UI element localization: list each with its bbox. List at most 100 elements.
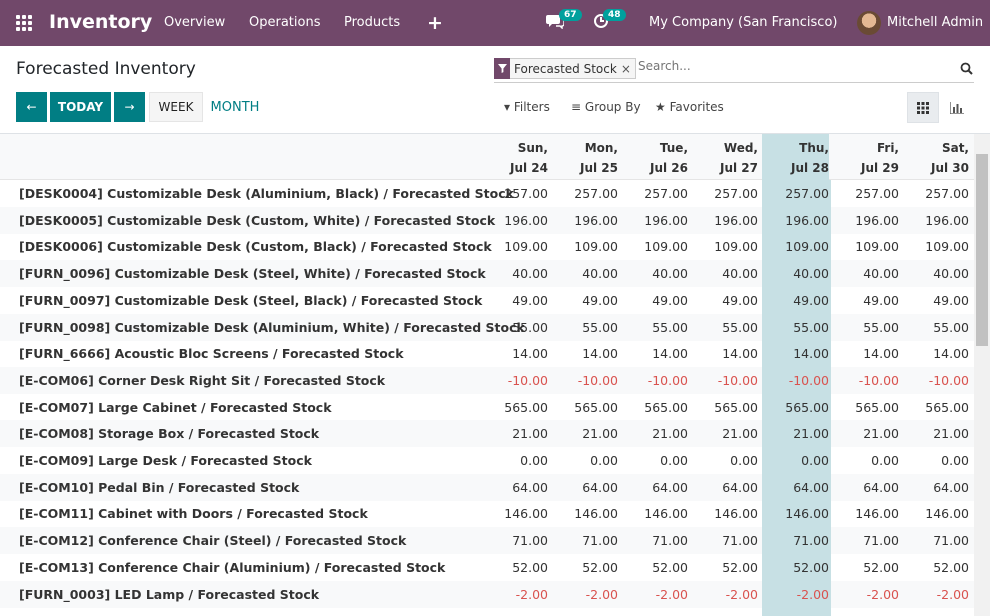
cell-value[interactable]: 64.00 (759, 480, 829, 495)
cell-value[interactable]: 257.00 (618, 186, 688, 201)
cell-value[interactable]: 257.00 (478, 186, 548, 201)
cell-value[interactable]: 52.00 (829, 560, 899, 575)
cell-value[interactable]: 14.00 (548, 346, 618, 361)
cell-value[interactable]: 64.00 (688, 480, 758, 495)
cell-value[interactable]: 14.00 (478, 346, 548, 361)
table-row[interactable]: [E-COM11] Cabinet with Doors / Forecaste… (0, 500, 974, 527)
cell-value[interactable]: 565.00 (548, 400, 618, 415)
cell-value[interactable]: -2.00 (688, 587, 758, 602)
cell-value[interactable]: 257.00 (759, 186, 829, 201)
cell-value[interactable]: 71.00 (759, 533, 829, 548)
cell-value[interactable]: 64.00 (478, 480, 548, 495)
cell-value[interactable]: 565.00 (688, 400, 758, 415)
cell-value[interactable]: 55.00 (478, 320, 548, 335)
cell-value[interactable]: 196.00 (618, 213, 688, 228)
cell-value[interactable]: 52.00 (618, 560, 688, 575)
cell-value[interactable]: 21.00 (548, 426, 618, 441)
cell-value[interactable]: 40.00 (899, 266, 969, 281)
cell-value[interactable]: 49.00 (688, 293, 758, 308)
cell-value[interactable]: 21.00 (759, 426, 829, 441)
cell-value[interactable]: 21.00 (899, 426, 969, 441)
table-row[interactable]: [E-COM13] Conference Chair (Aluminium) /… (0, 554, 974, 581)
cell-value[interactable]: 21.00 (688, 426, 758, 441)
grid-view-button[interactable] (907, 92, 939, 123)
cell-value[interactable]: 64.00 (618, 480, 688, 495)
cell-value[interactable]: 52.00 (688, 560, 758, 575)
menu-products[interactable]: Products (344, 15, 400, 30)
cell-value[interactable]: 565.00 (478, 400, 548, 415)
cell-value[interactable]: 21.00 (829, 426, 899, 441)
cell-value[interactable]: 0.00 (829, 453, 899, 468)
cell-value[interactable]: 40.00 (618, 266, 688, 281)
search-input[interactable] (638, 59, 938, 73)
cell-value[interactable]: -2.00 (829, 587, 899, 602)
cell-value[interactable]: 146.00 (688, 506, 758, 521)
cell-value[interactable]: 40.00 (688, 266, 758, 281)
cell-value[interactable]: 49.00 (618, 293, 688, 308)
cell-value[interactable]: 64.00 (548, 480, 618, 495)
table-row[interactable]: [E-COM10] Pedal Bin / Forecasted Stock 64… (0, 473, 974, 501)
cell-value[interactable]: 0.00 (759, 453, 829, 468)
cell-value[interactable]: 0.00 (618, 453, 688, 468)
cell-value[interactable]: 55.00 (829, 320, 899, 335)
cell-value[interactable]: 55.00 (548, 320, 618, 335)
cell-value[interactable]: 52.00 (478, 560, 548, 575)
cell-value[interactable]: 52.00 (548, 560, 618, 575)
cell-value[interactable]: 64.00 (829, 480, 899, 495)
messages-icon[interactable]: 67 (546, 9, 582, 33)
table-row[interactable]: [FURN_0003] LED Lamp / Forecasted Stock -… (0, 580, 974, 608)
search-icon[interactable] (960, 60, 974, 75)
cell-value[interactable]: 196.00 (478, 213, 548, 228)
cell-value[interactable]: -2.00 (618, 587, 688, 602)
cell-value[interactable]: 196.00 (688, 213, 758, 228)
cell-value[interactable]: 55.00 (618, 320, 688, 335)
cell-value[interactable]: 565.00 (829, 400, 899, 415)
graph-view-button[interactable] (941, 92, 973, 123)
cell-value[interactable]: 109.00 (548, 239, 618, 254)
cell-value[interactable]: -10.00 (829, 373, 899, 388)
cell-value[interactable]: 109.00 (618, 239, 688, 254)
cell-value[interactable]: 146.00 (618, 506, 688, 521)
cell-value[interactable]: 49.00 (759, 293, 829, 308)
cell-value[interactable]: 146.00 (829, 506, 899, 521)
cell-value[interactable]: 55.00 (899, 320, 969, 335)
cell-value[interactable]: 55.00 (759, 320, 829, 335)
cell-value[interactable]: 49.00 (548, 293, 618, 308)
cell-value[interactable]: -2.00 (899, 587, 969, 602)
table-row[interactable]: [E-COM12] Conference Chair (Steel) / For… (0, 527, 974, 555)
previous-button[interactable]: ← (16, 92, 47, 122)
cell-value[interactable]: 40.00 (829, 266, 899, 281)
vertical-scrollbar[interactable] (974, 134, 990, 616)
cell-value[interactable]: 21.00 (618, 426, 688, 441)
cell-value[interactable]: 146.00 (899, 506, 969, 521)
cell-value[interactable]: -10.00 (899, 373, 969, 388)
cell-value[interactable]: 49.00 (829, 293, 899, 308)
cell-value[interactable]: 14.00 (829, 346, 899, 361)
table-row[interactable]: [DESK0004] Customizable Desk (Aluminium,… (0, 180, 974, 207)
cell-value[interactable]: 55.00 (688, 320, 758, 335)
apps-menu-icon[interactable] (16, 15, 34, 31)
facet-close-icon[interactable]: × (621, 62, 635, 76)
cell-value[interactable]: 109.00 (688, 239, 758, 254)
table-row[interactable]: [E-COM08] Storage Box / Forecasted Stock… (0, 420, 974, 448)
cell-value[interactable]: 257.00 (548, 186, 618, 201)
activities-icon[interactable]: 48 (593, 9, 626, 33)
table-row[interactable]: [FURN_0097] Customizable Desk (Steel, Bl… (0, 287, 974, 314)
next-button[interactable]: → (114, 92, 145, 122)
cell-value[interactable]: 40.00 (478, 266, 548, 281)
cell-value[interactable]: 71.00 (829, 533, 899, 548)
table-row[interactable]: [E-COM09] Large Desk / Forecasted Stock 0… (0, 447, 974, 474)
cell-value[interactable]: 71.00 (548, 533, 618, 548)
app-title[interactable]: Inventory (49, 11, 152, 33)
avatar[interactable] (857, 11, 881, 35)
cell-value[interactable]: -10.00 (688, 373, 758, 388)
cell-value[interactable]: 71.00 (899, 533, 969, 548)
cell-value[interactable]: 196.00 (899, 213, 969, 228)
cell-value[interactable]: 146.00 (759, 506, 829, 521)
cell-value[interactable]: -10.00 (548, 373, 618, 388)
table-row[interactable]: [FURN_0096] Customizable Desk (Steel, Wh… (0, 260, 974, 288)
cell-value[interactable]: 49.00 (478, 293, 548, 308)
cell-value[interactable]: 14.00 (688, 346, 758, 361)
cell-value[interactable]: 146.00 (478, 506, 548, 521)
table-row[interactable]: [DESK0006] Customizable Desk (Custom, Bl… (0, 233, 974, 260)
